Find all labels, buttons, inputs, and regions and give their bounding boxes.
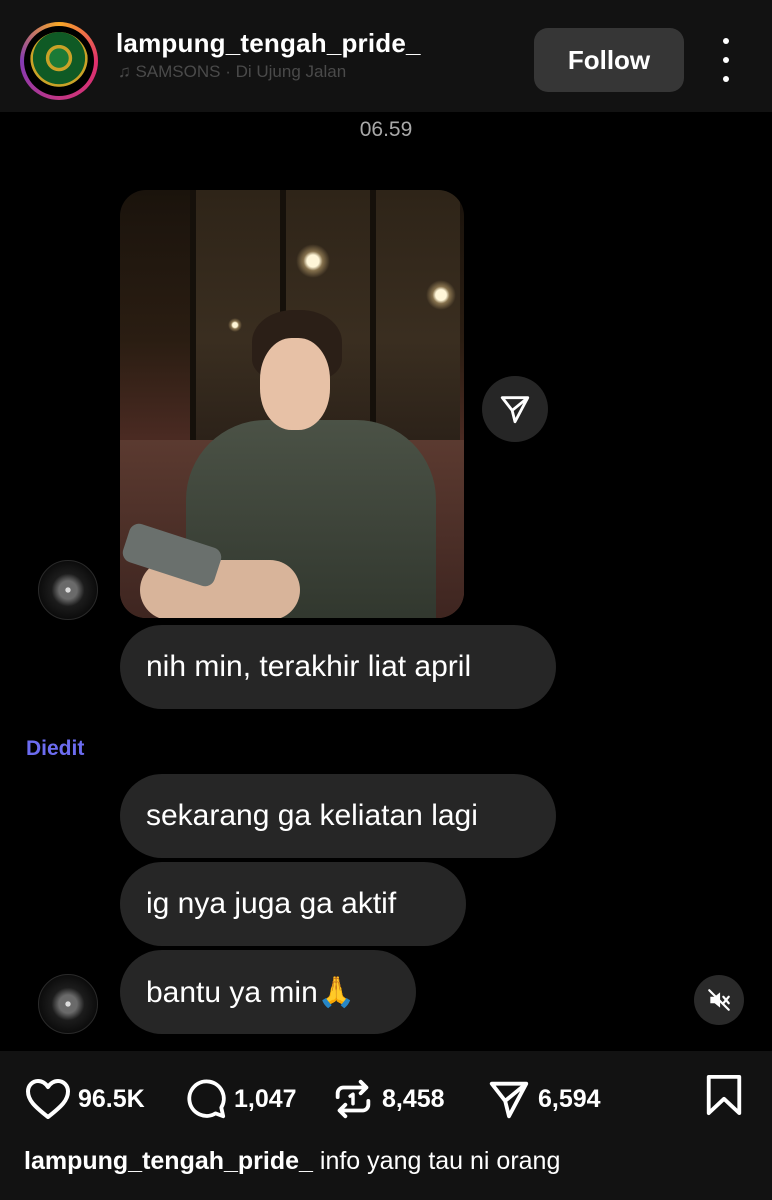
repost-icon [335, 1079, 371, 1119]
shared-photo[interactable] [120, 190, 464, 618]
edited-label: Diedit [26, 737, 85, 760]
username[interactable]: lampung_tengah_pride_ [116, 28, 421, 59]
send-icon [489, 1081, 529, 1119]
avatar-inner [24, 26, 94, 96]
sender-avatar[interactable] [38, 560, 98, 620]
photo-light [228, 318, 242, 332]
forward-photo-button[interactable] [482, 376, 548, 442]
like-button[interactable]: 96.5K [24, 1074, 145, 1124]
share-count: 6,594 [538, 1084, 601, 1113]
share-button[interactable]: 6,594 [486, 1074, 601, 1124]
message-bubble[interactable]: nih min, terakhir liat april [120, 625, 556, 709]
message-bubble[interactable]: sekarang ga keliatan lagi [120, 774, 556, 858]
sender-avatar[interactable] [38, 974, 98, 1034]
like-count: 96.5K [78, 1084, 145, 1113]
comment-button[interactable]: 1,047 [182, 1074, 297, 1124]
send-icon [500, 396, 530, 424]
photo-person-face [260, 338, 330, 430]
heart-icon [26, 1079, 70, 1119]
repost-count: 8,458 [382, 1084, 445, 1113]
lampung-tengah-emblem-icon [30, 32, 88, 90]
caption-text: info yang tau ni orang [319, 1147, 561, 1175]
profile-avatar[interactable] [20, 22, 98, 100]
photo-light [296, 244, 330, 278]
comment-icon [187, 1079, 226, 1119]
photo-light [426, 280, 456, 310]
mute-icon [708, 989, 730, 1011]
message-timestamp: 06.59 [359, 118, 413, 141]
more-options-icon[interactable] [712, 38, 740, 82]
comment-count: 1,047 [234, 1084, 297, 1113]
message-bubble[interactable]: ig nya juga ga aktif [120, 862, 466, 946]
repost-button[interactable]: 8,458 [330, 1074, 445, 1124]
music-info[interactable]: ♫ SAMSONS · Di Ujung Jalan [118, 62, 346, 82]
message-bubble[interactable]: bantu ya min🙏 [120, 950, 416, 1034]
follow-button[interactable]: Follow [534, 28, 684, 92]
save-button[interactable] [704, 1074, 744, 1116]
caption-username[interactable]: lampung_tengah_pride_ [24, 1147, 313, 1175]
post-header: lampung_tengah_pride_ ♫ SAMSONS · Di Uju… [0, 0, 772, 112]
bookmark-icon [706, 1074, 742, 1116]
mute-button[interactable] [694, 975, 744, 1025]
photo-window-frame [370, 190, 376, 440]
post-caption: lampung_tengah_pride_ info yang tau ni o… [24, 1147, 560, 1176]
